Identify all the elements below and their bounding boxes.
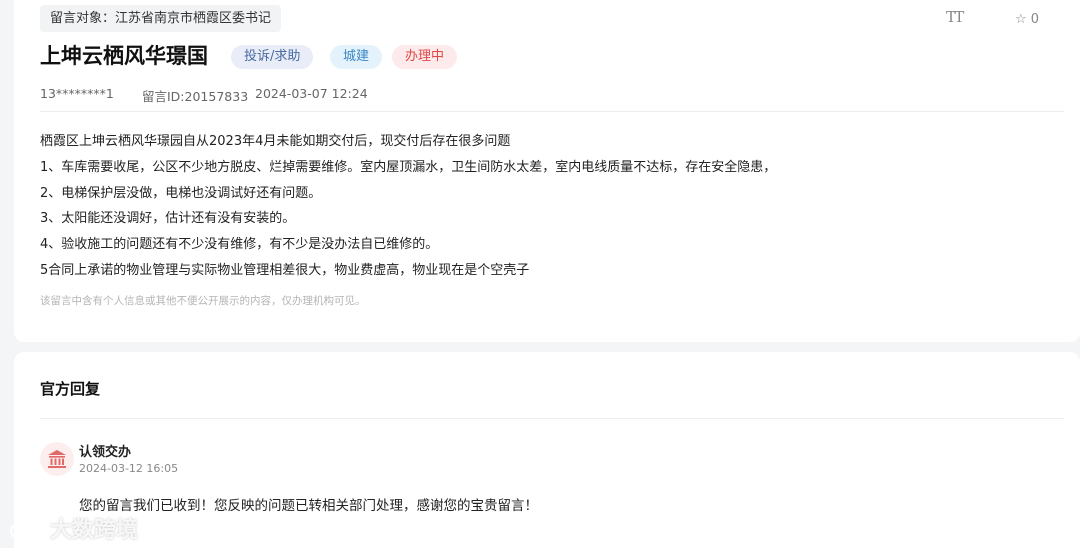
type-tag: 投诉/求助 — [231, 45, 314, 69]
message-paragraph: 1、车库需要收尾，公区不少地方脱皮、烂掉需要维修。室内屋顶漏水，卫生间防水太差，… — [40, 159, 777, 175]
privacy-note: 该留言中含有个人信息或其他不便公开展示的内容，仅办理机构可见。 — [40, 295, 366, 307]
message-target-label: 留言对象：江苏省南京市栖霞区委书记 — [40, 5, 282, 32]
favorite-button[interactable]: ☆ 0 — [1015, 12, 1039, 27]
text-size-button[interactable]: TT — [946, 8, 964, 26]
reply-time: 2024-03-12 16:05 — [79, 462, 179, 475]
watermark-text: 大数跨境 — [50, 518, 139, 543]
watermark: 大数跨境 — [8, 512, 138, 544]
weibo-logo-icon — [9, 518, 41, 541]
message-paragraph: 5合同上承诺的物业管理与实际物业管理相差很大，物业费虚高，物业现在是个空壳子 — [40, 262, 530, 278]
message-paragraph: 2、电梯保护层没做，电梯也没调试好还有问题。 — [40, 185, 322, 201]
reply-section-title: 官方回复 — [40, 380, 101, 398]
reply-author: 认领交办 — [79, 445, 132, 460]
header-divider — [40, 111, 1064, 112]
government-building-icon — [40, 442, 74, 476]
message-id: 留言ID:20157833 — [142, 89, 249, 104]
message-paragraph: 栖霞区上坤云栖风华璟园自从2023年4月未能如期交付后，现交付后存在很多问题 — [40, 134, 511, 149]
status-badge: 办理中 — [392, 45, 458, 69]
reply-card — [14, 352, 1080, 548]
message-body: 栖霞区上坤云栖风华璟园自从2023年4月未能如期交付后，现交付后存在很多问题 1… — [40, 131, 1060, 286]
post-title: 上坤云栖风华璟国 — [40, 44, 208, 68]
text-size-icon: TT — [946, 8, 964, 26]
category-tag: 城建 — [330, 45, 383, 69]
government-building-svg — [48, 450, 66, 468]
reply-divider — [40, 418, 1064, 419]
message-paragraph: 4、验收施工的问题还有不少没有维修，有不少是没办法自已维修的。 — [40, 237, 439, 253]
message-paragraph: 3、太阳能还没调好，估计还有没有安装的。 — [40, 211, 296, 227]
star-outline-icon: ☆ — [1015, 12, 1027, 27]
author-phone: 13********1 — [40, 86, 114, 101]
post-datetime: 2024-03-07 12:24 — [255, 86, 368, 101]
reply-content: 您的留言我们已收到！您反映的问题已转相关部门处理，感谢您的宝贵留言！ — [79, 498, 538, 514]
favorite-count: 0 — [1030, 12, 1040, 27]
